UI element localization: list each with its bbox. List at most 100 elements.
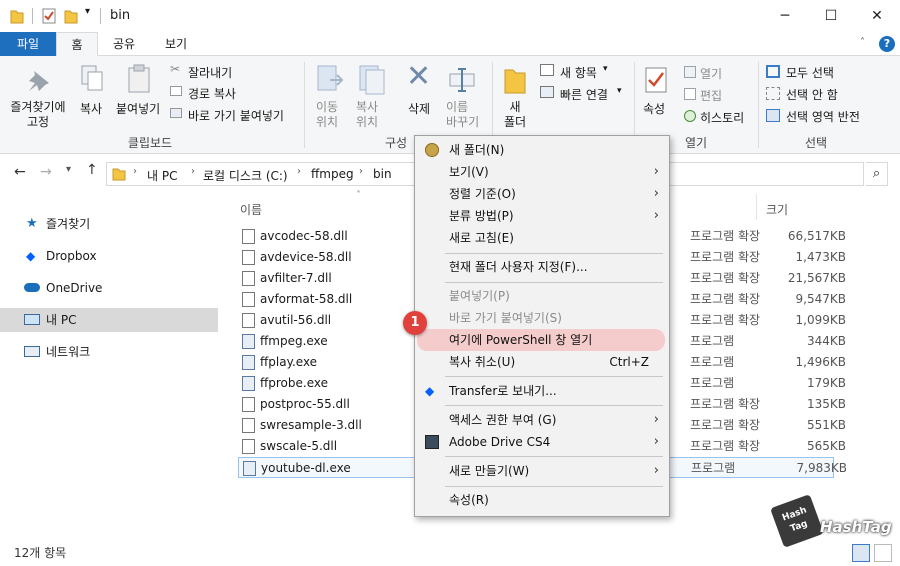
delete-button[interactable]: 삭제	[408, 100, 430, 117]
pin-icon	[29, 71, 49, 91]
menu-paste-shortcut[interactable]: 바로 가기 붙여넣기(S)	[415, 307, 669, 329]
history-button[interactable]: 히스토리	[700, 109, 744, 126]
move-to-button[interactable]: 이동 위치	[316, 100, 338, 130]
delete-icon: ✕	[406, 59, 432, 94]
menu-new[interactable]: 새로 만들기(W) ›	[415, 460, 669, 482]
menu-refresh[interactable]: 새로 고침(E)	[415, 227, 669, 249]
paste-button[interactable]: 붙여넣기	[116, 100, 160, 117]
new-folder-button[interactable]: 새 폴더	[500, 100, 530, 130]
pin-quick-access-button[interactable]: 즐겨찾기에 고정	[6, 100, 70, 130]
nav-network-label: 네트워크	[46, 345, 91, 359]
clipboard-group-label: 클립보드	[127, 136, 173, 150]
new-folder-icon[interactable]	[64, 8, 78, 24]
select-none-button[interactable]: 선택 안 함	[786, 86, 838, 103]
paste-shortcut-icon	[170, 108, 182, 118]
menu-view[interactable]: 보기(V) ›	[415, 161, 669, 183]
select-all-icon	[766, 65, 780, 78]
separator	[758, 62, 759, 148]
nav-quick-access[interactable]: ★ 즐겨찾기	[0, 212, 218, 236]
menu-new-folder[interactable]: 새 폴더(N)	[415, 139, 669, 161]
tab-file[interactable]: 파일	[0, 32, 56, 56]
chevron-right-icon: ›	[653, 208, 659, 223]
column-divider	[756, 194, 757, 220]
menu-customize-folder[interactable]: 현재 폴더 사용자 지정(F)...	[415, 256, 669, 278]
forward-arrow-icon[interactable]: →	[40, 164, 52, 180]
chevron-right-icon: ›	[133, 166, 137, 177]
file-type: 프로그램	[690, 334, 735, 348]
nav-this-pc[interactable]: 내 PC	[0, 308, 218, 332]
large-icons-view-icon[interactable]	[874, 544, 892, 562]
column-header-name[interactable]: 이름	[240, 201, 262, 218]
paste-shortcut-button[interactable]: 바로 가기 붙여넣기	[188, 107, 284, 124]
copy-button[interactable]: 복사	[80, 100, 102, 117]
copy-path-button[interactable]: 경로 복사	[188, 85, 236, 102]
separator	[304, 62, 305, 148]
up-arrow-icon[interactable]: ↑	[86, 162, 98, 178]
menu-properties[interactable]: 속성(R)	[415, 489, 669, 511]
collapse-ribbon-chevron-icon[interactable]: ˄	[860, 37, 865, 48]
recent-chevron-icon[interactable]: ▾	[66, 164, 71, 175]
menu-give-access[interactable]: 액세스 권한 부여 (G) ›	[415, 409, 669, 431]
file-size: 135KB	[806, 397, 846, 411]
file-name: avformat-58.dll	[260, 292, 353, 306]
item-count: 12개 항목	[14, 546, 67, 560]
close-button[interactable]: ✕	[854, 0, 900, 32]
details-view-icon[interactable]	[852, 544, 870, 562]
file-name: avfilter-7.dll	[260, 271, 332, 285]
help-icon[interactable]: ?	[879, 36, 895, 52]
rename-button[interactable]: 이름 바꾸기	[446, 100, 479, 130]
menu-undo-copy[interactable]: 복사 취소(U) Ctrl+Z	[415, 351, 669, 373]
menu-adobe-drive[interactable]: Adobe Drive CS4 ›	[415, 431, 669, 453]
search-icon[interactable]: ⌕	[866, 162, 888, 186]
move-to-icon	[317, 65, 344, 91]
customize-toolbar-chevron-icon[interactable]: ▾	[85, 6, 90, 17]
edit-button[interactable]: 편집	[700, 87, 722, 104]
chevron-right-icon: ›	[191, 166, 195, 177]
new-item-button[interactable]: 새 항목	[560, 64, 597, 81]
breadcrumb-local-disk[interactable]: 로컬 디스크 (C:)	[203, 167, 288, 184]
properties-check-icon[interactable]	[42, 8, 56, 24]
copy-path-icon	[170, 86, 182, 96]
exe-file-icon	[242, 334, 255, 349]
menu-group-by[interactable]: 분류 방법(P) ›	[415, 205, 669, 227]
column-header-size[interactable]: 크기	[766, 201, 788, 218]
nav-onedrive[interactable]: OneDrive	[0, 276, 218, 300]
breadcrumb-this-pc[interactable]: 내 PC	[147, 167, 177, 184]
menu-paste[interactable]: 붙여넣기(P)	[415, 285, 669, 307]
properties-button[interactable]: 속성	[643, 100, 665, 117]
menu-transfer[interactable]: ◆ Transfer로 보내기...	[415, 380, 669, 402]
tab-home[interactable]: 홈	[56, 32, 98, 56]
select-group-label: 선택	[804, 136, 828, 150]
select-all-button[interactable]: 모두 선택	[786, 64, 834, 81]
open-button[interactable]: 열기	[700, 65, 722, 82]
cut-button[interactable]: 잘라내기	[188, 64, 232, 81]
chevron-right-icon: ›	[653, 463, 659, 478]
breadcrumb-ffmpeg[interactable]: ffmpeg	[311, 167, 354, 181]
copy-to-button[interactable]: 복사 위치	[356, 100, 378, 130]
file-type: 프로그램 확장	[690, 397, 761, 411]
menu-open-powershell[interactable]: 여기에 PowerShell 창 열기	[417, 329, 665, 351]
paste-icon	[128, 64, 150, 93]
status-bar: 12개 항목	[0, 540, 900, 566]
tab-view[interactable]: 보기	[150, 32, 202, 56]
file-name: avutil-56.dll	[260, 313, 332, 327]
back-arrow-icon[interactable]: ←	[14, 164, 26, 180]
cloud-icon	[24, 283, 40, 292]
menu-sort-by[interactable]: 정렬 기준(O) ›	[415, 183, 669, 205]
tab-share[interactable]: 공유	[100, 32, 148, 56]
properties-icon	[645, 67, 667, 93]
nav-network[interactable]: 네트워크	[0, 340, 218, 364]
maximize-button[interactable]: ☐	[808, 0, 854, 32]
dll-file-icon	[242, 313, 255, 328]
easy-access-button[interactable]: 빠른 연결	[560, 86, 608, 103]
file-name: avdevice-58.dll	[260, 250, 352, 264]
breadcrumb-bin[interactable]: bin	[373, 167, 392, 181]
file-size: 565KB	[806, 439, 846, 453]
file-size: 66,517KB	[787, 229, 846, 243]
file-size: 1,496KB	[795, 355, 846, 369]
minimize-button[interactable]: ─	[762, 0, 808, 32]
nav-dropbox[interactable]: ◆ Dropbox	[0, 244, 218, 268]
chevron-down-icon: ▾	[617, 86, 622, 96]
invert-selection-button[interactable]: 선택 영역 반전	[786, 108, 860, 125]
nav-dropbox-label: Dropbox	[46, 249, 97, 263]
